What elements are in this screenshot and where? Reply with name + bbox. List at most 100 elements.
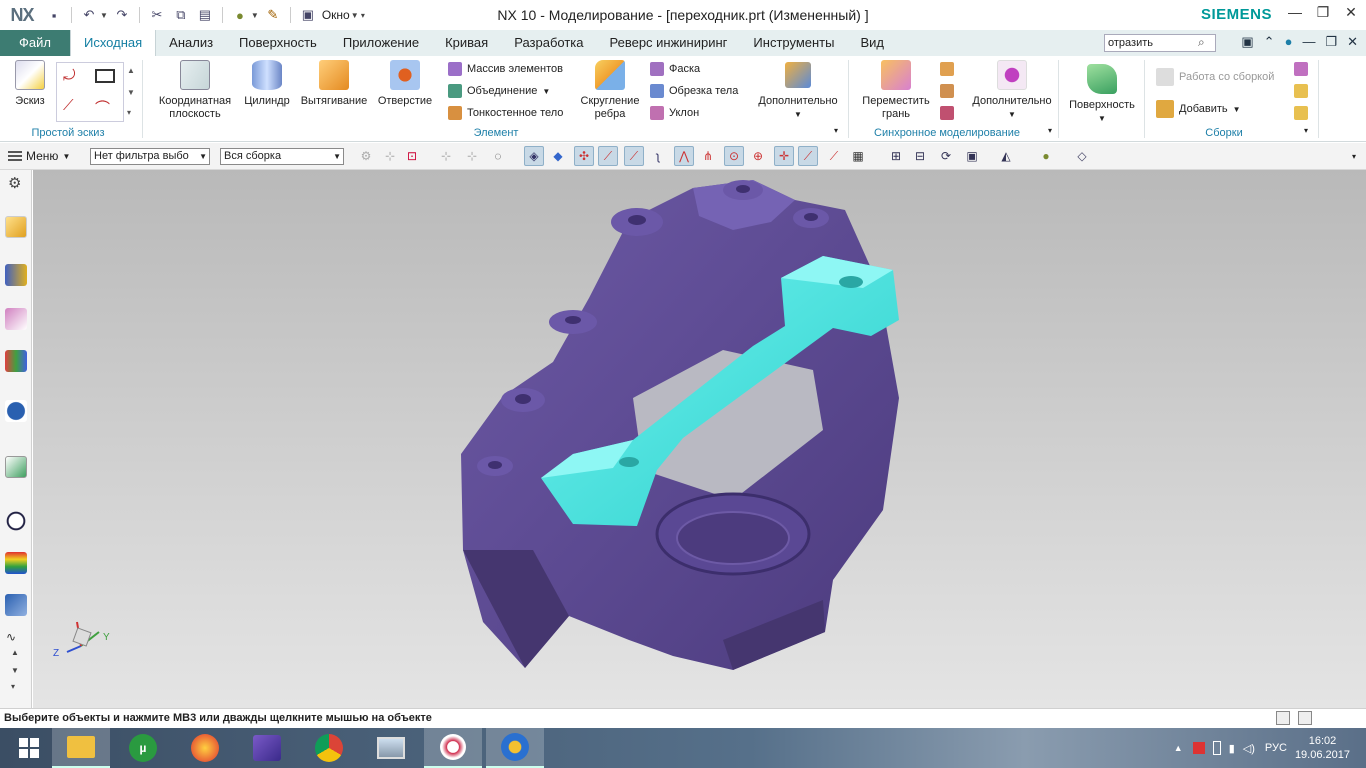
add-dropdown-icon[interactable]: ▼ — [1233, 105, 1241, 114]
feature-more-button[interactable]: Дополнительно ▼ — [752, 60, 844, 121]
undo-icon[interactable]: ↶ — [79, 5, 99, 25]
paste-icon[interactable]: ▤ — [195, 5, 215, 25]
move-face-button[interactable]: Переместить грань — [858, 60, 934, 121]
search-icon[interactable]: ⌕ — [1198, 35, 1205, 50]
show-hide-icon[interactable]: ◇ — [1072, 146, 1092, 166]
file-explorer-task[interactable] — [52, 728, 110, 768]
nx-task[interactable] — [486, 728, 544, 768]
resource-bar-options-icon[interactable]: ▾ — [11, 682, 15, 691]
trim-body-button[interactable]: Обрезка тела — [650, 84, 738, 98]
line-icon[interactable]: ⟋ — [63, 97, 74, 114]
tab-application[interactable]: Приложение — [330, 30, 432, 56]
roles-icon[interactable]: ∿ — [6, 630, 16, 644]
snap-midpoint-icon[interactable]: ⟋ — [624, 146, 644, 166]
pull-face-icon[interactable] — [940, 62, 954, 76]
tab-develop[interactable]: Разработка — [501, 30, 596, 56]
doc-minimize-icon[interactable]: — — [1302, 34, 1315, 50]
pencil-icon[interactable]: ✎ — [263, 5, 283, 25]
new-component-icon[interactable] — [1294, 106, 1308, 120]
select-features-icon[interactable]: ◈ — [524, 146, 544, 166]
snipping-task[interactable] — [424, 728, 482, 768]
snap-point-on-curve-icon[interactable]: ⟋ — [798, 146, 818, 166]
battery-icon[interactable] — [1212, 741, 1221, 755]
monitor-task[interactable] — [362, 728, 420, 768]
constraint-navigator-icon[interactable] — [5, 308, 27, 330]
snap-curve-icon[interactable]: ʅ — [648, 146, 668, 166]
snap-quadrant-icon[interactable]: ⊕ — [748, 146, 768, 166]
collapse-ribbon-icon[interactable]: ⌃ — [1264, 34, 1275, 50]
sync-group-expand-icon[interactable]: ▾ — [1048, 126, 1052, 135]
feature-more-dropdown-icon[interactable]: ▼ — [794, 108, 802, 121]
snap-endpoint-icon[interactable]: ✣ — [574, 146, 594, 166]
info-icon[interactable] — [5, 400, 27, 422]
snap-intersection-icon[interactable]: ⋔ — [698, 146, 718, 166]
scroll-up-icon[interactable]: ▲ — [127, 66, 135, 75]
visual-studio-task[interactable] — [238, 728, 296, 768]
close-icon[interactable]: ✕ — [1344, 4, 1358, 21]
chamfer-button[interactable]: Фаска — [650, 62, 700, 76]
scroll-up-icon[interactable]: ▲ — [11, 648, 19, 657]
snap-control-point-icon[interactable]: ⋀ — [674, 146, 694, 166]
cut-icon[interactable]: ✂ — [147, 5, 167, 25]
sync-more-dropdown-icon[interactable]: ▼ — [1008, 108, 1016, 121]
tab-tools[interactable]: Инструменты — [740, 30, 847, 56]
assembly-constraint-icon[interactable] — [1294, 62, 1308, 76]
network-icon[interactable]: ▮ — [1229, 742, 1235, 755]
select-all-icon[interactable]: ⊹ — [380, 146, 400, 166]
toolbar-options-icon[interactable]: ▾ — [1352, 152, 1356, 161]
menu-button[interactable]: Меню ▼ — [8, 149, 70, 163]
save-icon[interactable]: ▪ — [44, 5, 64, 25]
gallery-expand-icon[interactable]: ▾ — [127, 108, 131, 117]
graphics-window[interactable]: Y Z — [33, 170, 1366, 708]
render-style-icon[interactable]: ● — [230, 5, 250, 25]
snap-existing-point-icon[interactable]: ✛ — [774, 146, 794, 166]
doc-restore-icon[interactable]: ❐ — [1325, 34, 1337, 50]
sketch-button[interactable]: Эскиз — [10, 60, 50, 108]
sync-more-button[interactable]: Дополнительно ▼ — [966, 60, 1058, 121]
select-chain-icon[interactable]: ⊹ — [462, 146, 482, 166]
tab-curve[interactable]: Кривая — [432, 30, 501, 56]
tab-analysis[interactable]: Анализ — [156, 30, 226, 56]
full-screen-icon[interactable] — [1298, 711, 1312, 725]
selection-info-icon[interactable] — [1276, 711, 1290, 725]
select-filter-icon[interactable]: ⊡ — [402, 146, 422, 166]
start-button[interactable] — [0, 728, 58, 768]
fit-view-icon[interactable]: ⊞ — [886, 146, 906, 166]
snap-arc-center-icon[interactable]: ⊙ — [724, 146, 744, 166]
copy-icon[interactable]: ⧉ — [171, 5, 191, 25]
browser-task[interactable] — [176, 728, 234, 768]
scroll-down-icon[interactable]: ▼ — [127, 88, 135, 97]
tab-home[interactable]: Исходная — [69, 30, 157, 56]
system-materials-icon[interactable] — [5, 552, 27, 574]
deselect-icon[interactable]: ⊹ — [436, 146, 456, 166]
web-browser-icon[interactable] — [5, 456, 27, 478]
rotate-icon[interactable]: ⟳ — [936, 146, 956, 166]
rectangle-icon[interactable] — [95, 69, 115, 83]
surface-dropdown-icon[interactable]: ▼ — [1098, 112, 1106, 125]
restore-icon[interactable]: ❐ — [1316, 4, 1330, 21]
move-component-icon[interactable] — [1294, 84, 1308, 98]
surface-button[interactable]: Поверхность ▼ — [1064, 64, 1140, 125]
clock[interactable]: 16:02 19.06.2017 — [1295, 734, 1350, 762]
cylinder-button[interactable]: Цилиндр — [240, 60, 294, 108]
language-indicator[interactable]: РУС — [1265, 742, 1287, 754]
unite-dropdown-icon[interactable]: ▼ — [542, 87, 550, 96]
reuse-library-icon[interactable] — [5, 350, 27, 372]
window-menu[interactable]: Окно — [322, 8, 350, 22]
datum-plane-button[interactable]: Координатная плоскость — [152, 60, 238, 121]
utorrent-task[interactable]: µ — [114, 728, 172, 768]
tab-surface[interactable]: Поверхность — [226, 30, 330, 56]
assembly-group-expand-icon[interactable]: ▾ — [1304, 126, 1308, 135]
minimize-icon[interactable]: — — [1288, 4, 1302, 21]
assembly-navigator-icon[interactable] — [5, 264, 27, 286]
snap-settings-icon[interactable]: ⚙ — [356, 146, 376, 166]
part-navigator-icon[interactable] — [5, 216, 27, 238]
window-dropdown-icon[interactable]: ▼ ▾ — [351, 11, 365, 20]
draft-button[interactable]: Уклон — [650, 106, 699, 120]
pattern-feature-button[interactable]: Массив элементов — [448, 62, 563, 76]
chrome-task[interactable] — [300, 728, 358, 768]
doc-close-icon[interactable]: ✕ — [1347, 34, 1358, 50]
render-style-icon[interactable]: ◭ — [996, 146, 1016, 166]
process-studio-icon[interactable] — [5, 594, 27, 616]
lasso-select-icon[interactable]: ◌ — [488, 146, 508, 166]
